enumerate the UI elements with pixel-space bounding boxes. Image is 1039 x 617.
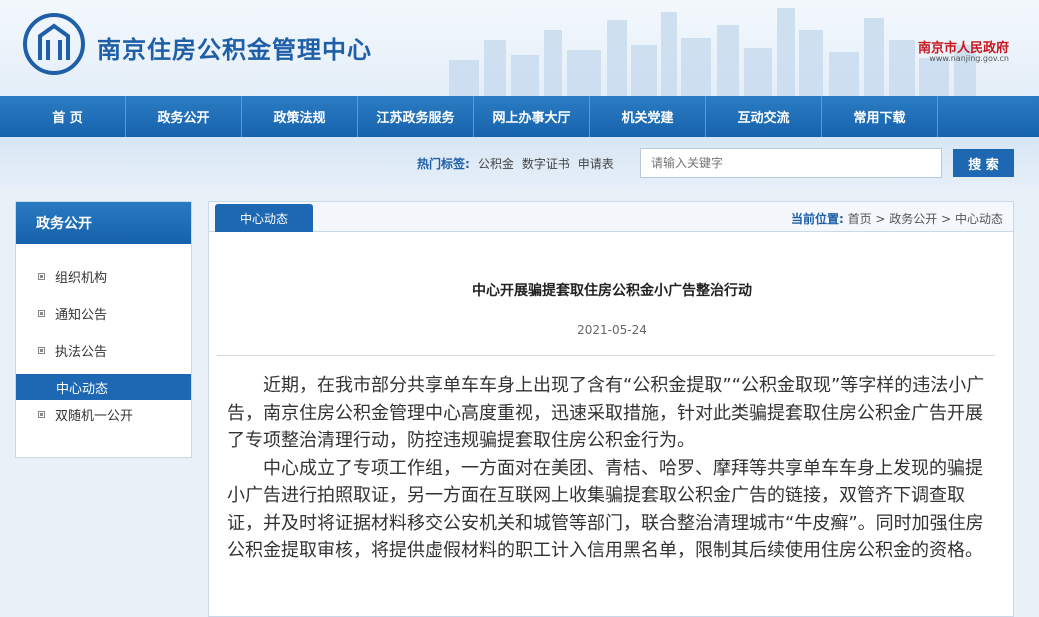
main-nav: 首 页 政务公开 政策法规 江苏政务服务 网上办事大厅 机关党建 互动交流 常用… bbox=[0, 96, 1039, 137]
hot-tag-link[interactable]: 公积金 bbox=[478, 157, 514, 171]
sidebar-item-label: 执法公告 bbox=[55, 344, 108, 360]
sidebar-item-notices[interactable]: 通知公告 bbox=[16, 300, 191, 326]
sidebar-item-label: 双随机一公开 bbox=[55, 408, 134, 424]
nav-gov-affairs[interactable]: 政务公开 bbox=[126, 96, 242, 137]
nav-downloads[interactable]: 常用下载 bbox=[822, 96, 938, 137]
nav-jiangsu-services[interactable]: 江苏政务服务 bbox=[358, 96, 474, 137]
breadcrumb-home[interactable]: 首页 bbox=[848, 212, 872, 226]
nav-online-hall[interactable]: 网上办事大厅 bbox=[474, 96, 590, 137]
sidebar-item-label: 通知公告 bbox=[55, 307, 108, 323]
search-input[interactable] bbox=[640, 148, 942, 178]
breadcrumb-center-news[interactable]: 中心动态 bbox=[955, 212, 1003, 226]
article-panel: 中心动态 当前位置: 首页 > 政务公开 > 中心动态 中心开展骗提套取住房公积… bbox=[208, 201, 1014, 617]
sidebar-item-label: 中心动态 bbox=[56, 381, 109, 397]
breadcrumb-sep: > bbox=[871, 212, 890, 226]
nav-policies[interactable]: 政策法规 bbox=[242, 96, 358, 137]
bullet-icon bbox=[38, 410, 45, 418]
article-body: 近期，在我市部分共享单车车身上出现了含有“公积金提取”“公积金取现”等字样的违法… bbox=[227, 372, 989, 565]
nav-interaction[interactable]: 互动交流 bbox=[706, 96, 822, 137]
breadcrumb-gov-affairs[interactable]: 政务公开 bbox=[889, 212, 937, 226]
sidebar-item-center-news[interactable]: 中心动态 bbox=[16, 374, 191, 400]
bullet-icon bbox=[38, 309, 45, 317]
bullet-icon bbox=[38, 272, 45, 280]
article-paragraph: 近期，在我市部分共享单车车身上出现了含有“公积金提取”“公积金取现”等字样的违法… bbox=[227, 375, 985, 451]
search-button[interactable]: 搜 索 bbox=[953, 149, 1014, 177]
nav-home[interactable]: 首 页 bbox=[10, 96, 126, 137]
site-header: 南京住房公积金管理中心 南京市人民政府 www.nanjing.gov.cn bbox=[0, 0, 1039, 96]
bullet-icon bbox=[38, 346, 45, 354]
panel-header: 中心动态 当前位置: 首页 > 政务公开 > 中心动态 bbox=[209, 202, 1013, 232]
sidebar: 政务公开 组织机构 通知公告 执法公告 中心动态 双随机一公开 bbox=[15, 201, 192, 458]
city-skyline-graphic bbox=[449, 8, 976, 96]
article-title: 中心开展骗提套取住房公积金小广告整治行动 bbox=[472, 283, 752, 299]
hot-tags-label: 热门标签: bbox=[417, 157, 470, 171]
hot-tag-link[interactable]: 申请表 bbox=[578, 157, 614, 171]
breadcrumb: 当前位置: 首页 > 政务公开 > 中心动态 bbox=[791, 210, 1003, 227]
article-date: 2021-05-24 bbox=[577, 323, 647, 337]
breadcrumb-label: 当前位置: bbox=[790, 212, 844, 226]
sidebar-title: 政务公开 bbox=[16, 202, 191, 244]
divider bbox=[217, 355, 995, 356]
nav-party[interactable]: 机关党建 bbox=[590, 96, 706, 137]
sidebar-item-organization[interactable]: 组织机构 bbox=[16, 263, 191, 289]
hot-tag-link[interactable]: 数字证书 bbox=[522, 157, 570, 171]
breadcrumb-sep: > bbox=[937, 212, 955, 226]
sidebar-item-enforcement[interactable]: 执法公告 bbox=[16, 337, 191, 363]
sidebar-item-label: 组织机构 bbox=[55, 270, 108, 286]
gov-url[interactable]: www.nanjing.gov.cn bbox=[929, 54, 1009, 63]
sidebar-item-double-random[interactable]: 双随机一公开 bbox=[16, 401, 191, 427]
site-title: 南京住房公积金管理中心 bbox=[97, 36, 372, 64]
article-paragraph: 中心成立了专项工作组，一方面对在美团、青桔、哈罗、摩拜等共享单车车身上发现的骗提… bbox=[227, 457, 984, 562]
logo-icon bbox=[23, 13, 85, 75]
hot-tags: 公积金 数字证书 申请表 bbox=[478, 155, 618, 172]
tab-center-news[interactable]: 中心动态 bbox=[215, 204, 313, 232]
